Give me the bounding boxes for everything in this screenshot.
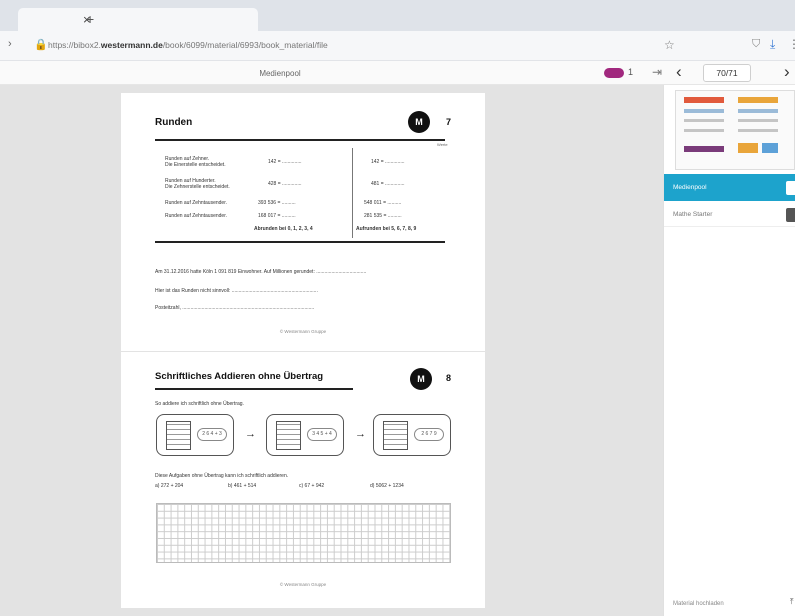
download-icon[interactable]: ⤓ (770, 37, 775, 52)
example-step-2: 3 4 5 + 4 (266, 414, 344, 456)
page-thumbnail[interactable] (675, 90, 795, 170)
rule-round-down: Abrunden bei 0, 1, 2, 3, 4 (254, 226, 313, 232)
upload-icon[interactable]: ⤒ (790, 597, 794, 607)
row-task-a: 393 536 = .......... (258, 200, 296, 206)
document-viewer: Runden M 7 Werte Runden auf Zehner. Die E… (0, 85, 663, 616)
task-d: d) 5062 + 1234 (370, 483, 404, 489)
row-task-a: 428 = .............. (268, 181, 302, 187)
thumbnail-block (738, 143, 758, 153)
upload-material-link[interactable]: Material hochladen (673, 601, 724, 607)
m-badge: M (410, 368, 432, 390)
example-oval: 2 6 4 + 3 (197, 428, 227, 441)
arrow-right-icon: → (355, 428, 366, 440)
url-field[interactable]: https://bibox2.westermann.de/book/6099/m… (48, 40, 328, 50)
thumbnail-block (684, 119, 724, 122)
row-task-b: 481 = .............. (371, 181, 405, 187)
row-task-b: 142 = .............. (371, 159, 405, 165)
row-label: Runden auf Zehner. Die Einerstelle entsch… (165, 156, 226, 168)
browser-tab[interactable]: × (18, 8, 258, 31)
subtitle: So addiere ich schriftlich ohne Übertrag… (155, 401, 244, 407)
thumbnail-block (738, 97, 778, 103)
thumbnail-block (762, 143, 778, 153)
place-value-table (276, 421, 301, 450)
thumbnail-block (684, 146, 724, 152)
sidebar-item-label: Mathe Starter (673, 211, 713, 218)
url-path: /book/6099/material/6993/book_material/f… (162, 40, 328, 50)
thumbnail-block (684, 109, 724, 113)
row-label: Runden auf Zehntausender. (165, 213, 227, 219)
sidebar-item-label: Medienpool (673, 184, 707, 191)
column-head: Werte (437, 142, 448, 147)
place-value-table (383, 421, 408, 450)
task-a: a) 272 + 204 (155, 483, 184, 489)
browser-tab-bar: × + (0, 0, 795, 31)
previous-page-button[interactable]: ‹ (676, 62, 682, 82)
example-oval: 2 6 7 9 (414, 428, 444, 441)
instruction: Diese Aufgaben ohne Übertrag kann ich sc… (155, 473, 289, 479)
sidebar-item-action[interactable] (786, 181, 795, 195)
page-number: 7 (446, 117, 452, 127)
lock-icon: 🔒 (34, 39, 48, 51)
divider (155, 241, 445, 243)
bookmark-star-icon[interactable]: ☆ (664, 38, 675, 52)
page-footer: © Westermann Gruppe (279, 329, 327, 334)
row-task-b: 281 535 = .......... (364, 213, 402, 219)
example-step-1: 2 6 4 + 3 (156, 414, 234, 456)
address-bar: › 🔒 https://bibox2.westermann.de/book/60… (0, 31, 795, 61)
row-task-a: 168 017 = .......... (258, 213, 296, 219)
task-b: b) 461 + 514 (228, 483, 257, 489)
page-title: Schriftliches Addieren ohne Übertrag (155, 371, 324, 382)
sidebar-item-mathe-starter[interactable]: Mathe Starter (664, 201, 795, 227)
squared-grid (156, 503, 451, 563)
arrow-right-icon: → (245, 428, 256, 440)
thumbnail-block (684, 97, 724, 103)
collapse-sidebar-icon[interactable]: ⇥ (652, 65, 662, 79)
page-title: Runden (155, 117, 193, 128)
row-label: Runden auf Hunderter. Die Zehnerstelle en… (165, 178, 230, 190)
example-oval: 3 4 5 + 4 (307, 428, 337, 441)
row-label: Runden auf Zehntausender. (165, 200, 227, 206)
thumbnail-block (738, 109, 778, 113)
url-prefix: https://bibox2. (48, 40, 101, 50)
new-tab-icon[interactable]: + (86, 11, 94, 27)
shield-icon[interactable]: ⛉ (752, 38, 760, 51)
sidebar: Medienpool Mathe Starter Material hochla… (663, 85, 795, 616)
row-task-b: 548 011 = .......... (364, 200, 402, 206)
page-footer: © Westermann Gruppe (279, 582, 327, 587)
thumbnail-block (738, 119, 778, 122)
app-toolbar: Medienpool 1 ⇥ ‹ 70/71 › (0, 61, 795, 85)
exercise-text: Am 31.12.2016 hatte Köln 1 091 819 Einwo… (155, 269, 367, 275)
next-page-button[interactable]: › (784, 62, 790, 82)
divider (155, 139, 445, 141)
row-task-a: 142 = .............. (268, 159, 302, 165)
menu-icon[interactable]: ⋮ (788, 37, 795, 51)
url-domain: westermann.de (100, 40, 163, 50)
column-divider (352, 148, 353, 238)
page-number-input[interactable]: 70/71 (703, 64, 751, 82)
worksheet-page-addieren: Schriftliches Addieren ohne Übertrag M 8… (121, 352, 485, 608)
m-badge: M (408, 111, 430, 133)
app-title: Medienpool (259, 69, 301, 78)
page-number: 8 (446, 373, 452, 383)
toggle-count: 1 (628, 67, 634, 77)
history-back-icon[interactable]: › (8, 38, 12, 50)
thumbnail-block (738, 129, 778, 132)
sidebar-item-medienpool[interactable]: Medienpool (664, 174, 795, 201)
sidebar-item-action[interactable] (786, 208, 795, 222)
worksheet-page-runden: Runden M 7 Werte Runden auf Zehner. Die E… (121, 93, 485, 351)
thumbnail-block (684, 129, 724, 132)
rule-round-up: Aufrunden bei 5, 6, 7, 8, 9 (356, 226, 417, 232)
place-value-table (166, 421, 191, 450)
example-step-3: 2 6 7 9 (373, 414, 451, 456)
exercise-text: Hier ist das Runden nicht sinnvoll: ....… (155, 288, 318, 294)
title-underline (155, 388, 353, 390)
task-c: c) 67 + 942 (299, 483, 325, 489)
toggle-switch[interactable] (604, 68, 624, 78)
exercise-text: Posteitzahl, ...........................… (155, 305, 315, 311)
